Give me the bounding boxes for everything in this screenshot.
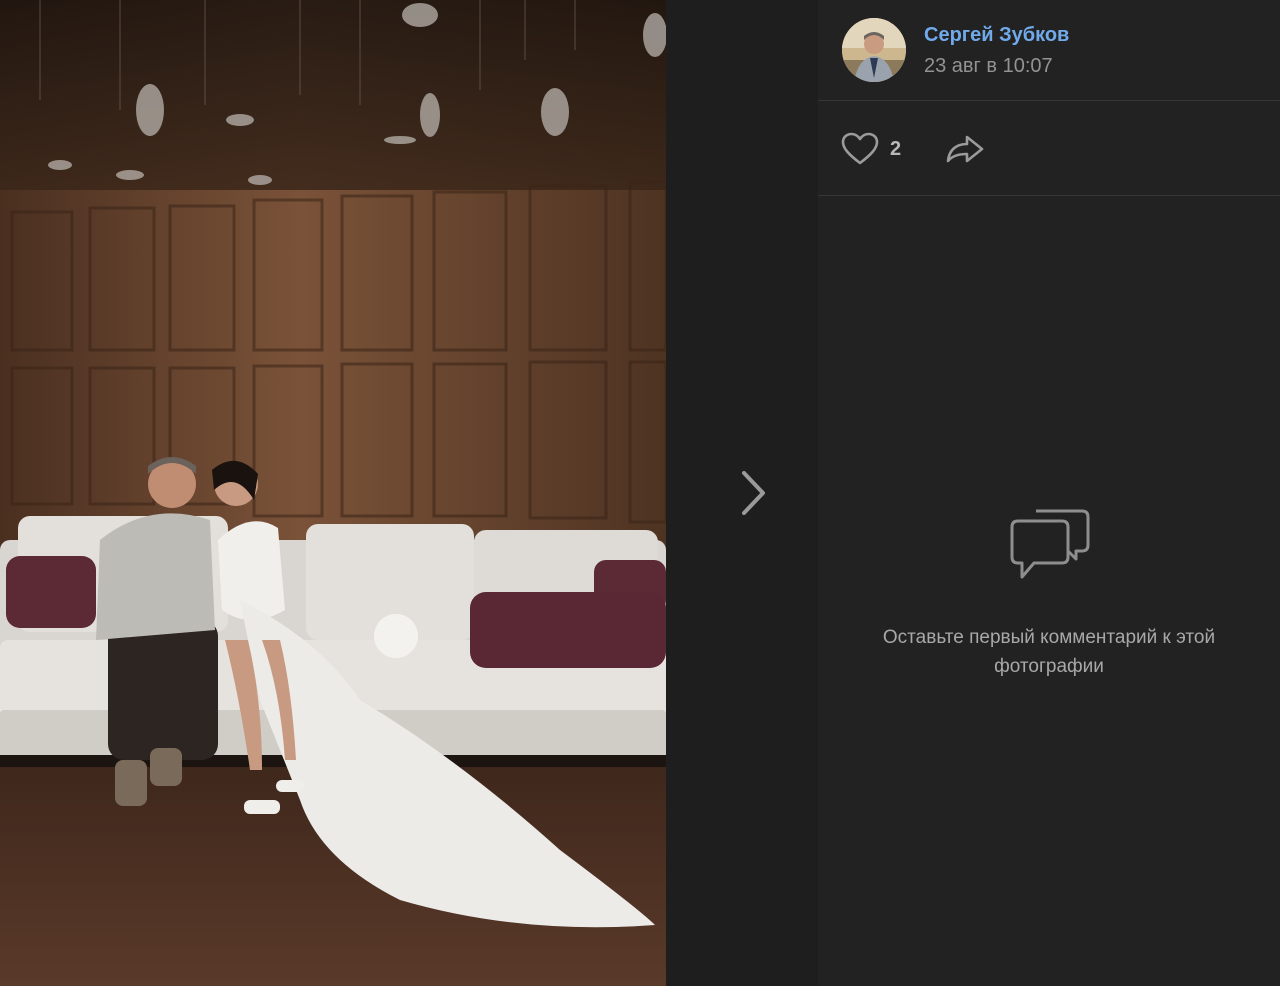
heart-icon xyxy=(841,132,879,165)
photo-viewer xyxy=(0,0,818,986)
side-panel: Сергей Зубков 23 авг в 10:07 2 Оставьте … xyxy=(818,0,1280,986)
post-date: 23 авг в 10:07 xyxy=(924,55,1053,77)
author-header: Сергей Зубков 23 авг в 10:07 xyxy=(818,0,1280,101)
comment-bubbles-icon xyxy=(1010,509,1090,579)
share-button[interactable] xyxy=(944,131,986,167)
empty-comments: Оставьте первый комментарий к этой фотог… xyxy=(818,505,1280,681)
author-avatar[interactable] xyxy=(842,18,906,82)
next-photo-button[interactable] xyxy=(728,462,780,524)
like-button[interactable]: 2 xyxy=(840,131,901,167)
avatar-image xyxy=(842,18,906,82)
post-actions: 2 xyxy=(818,101,1280,196)
share-arrow-icon xyxy=(946,135,984,163)
empty-comments-text: Оставьте первый комментарий к этой фотог… xyxy=(882,627,1216,677)
like-count: 2 xyxy=(890,137,902,160)
author-name-link[interactable]: Сергей Зубков xyxy=(924,24,1069,47)
photo-image xyxy=(0,0,666,986)
wedding-photo[interactable] xyxy=(0,0,666,986)
chevron-right-icon xyxy=(742,471,765,515)
